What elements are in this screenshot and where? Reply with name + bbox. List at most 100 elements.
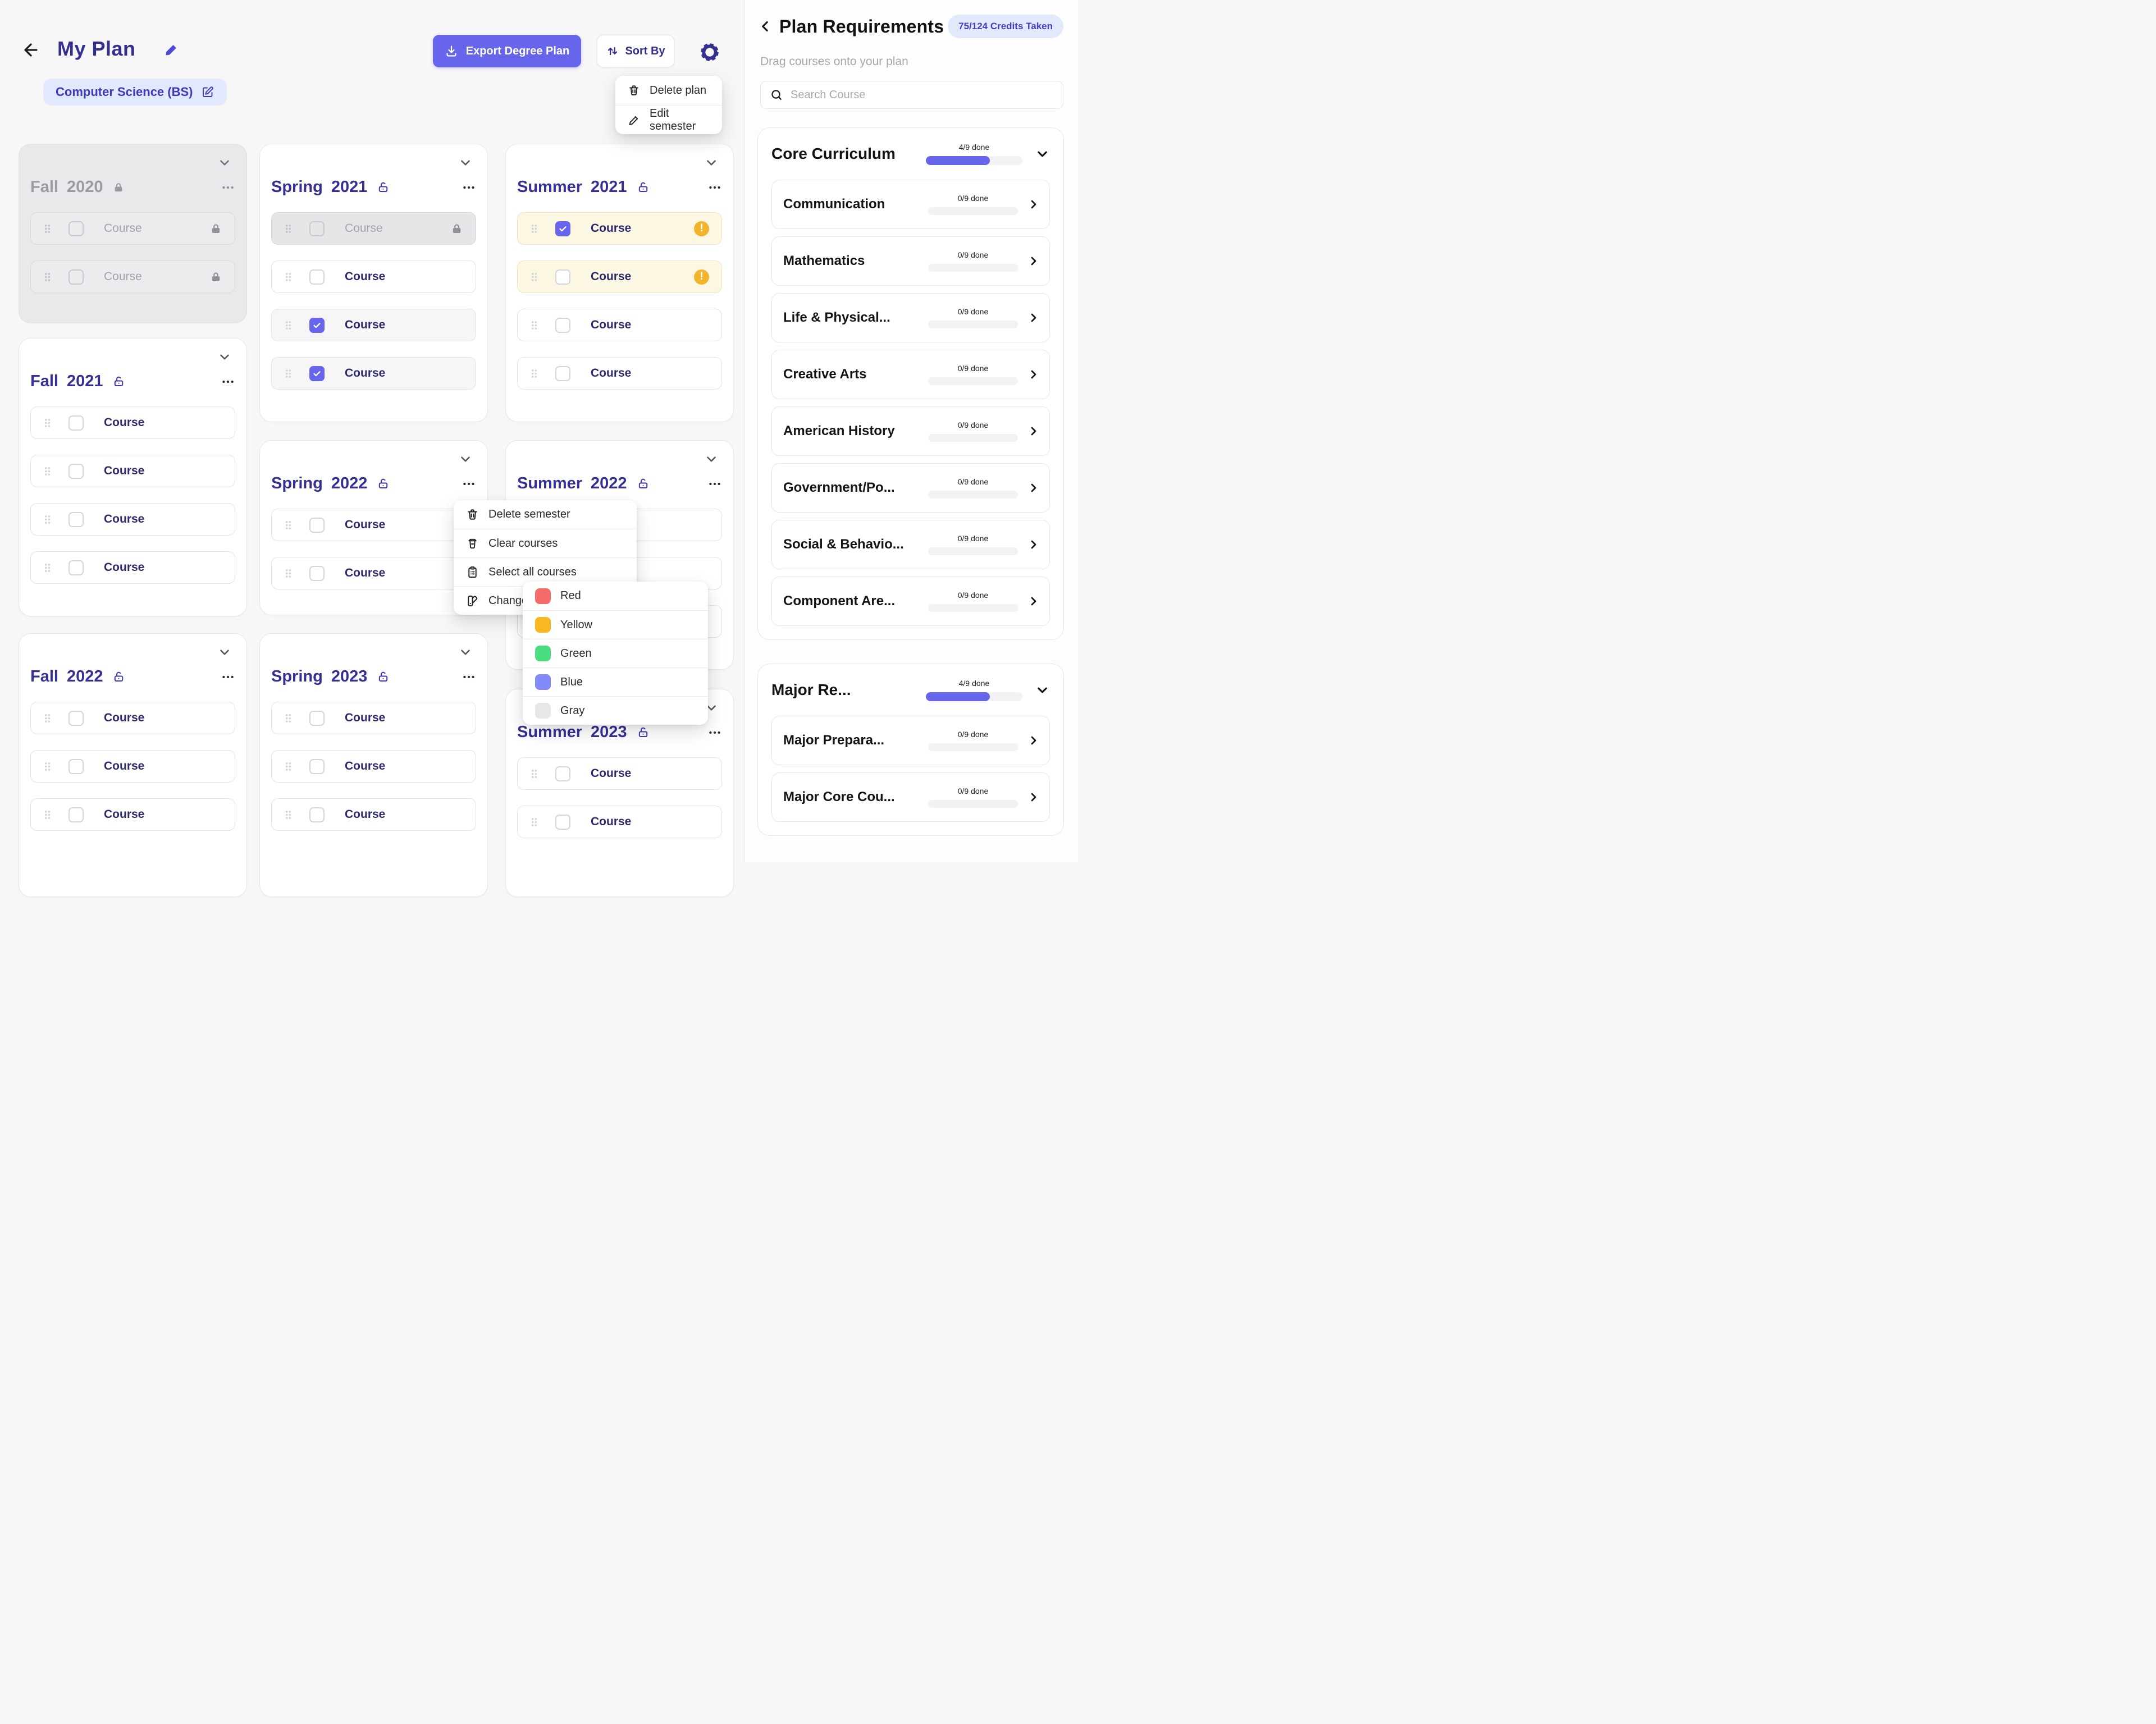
- edit-title-button[interactable]: [164, 43, 179, 57]
- course-checkbox[interactable]: [309, 710, 325, 726]
- drag-handle-icon[interactable]: [530, 223, 538, 235]
- course-checkbox[interactable]: [309, 269, 325, 285]
- section-collapse-button[interactable]: [1035, 147, 1050, 162]
- program-badge[interactable]: Computer Science (BS): [43, 79, 227, 106]
- drag-handle-icon[interactable]: [284, 223, 293, 235]
- requirement-item-major-preparation[interactable]: Major Prepara... 0/9 done: [771, 716, 1050, 765]
- course-checkbox[interactable]: [68, 560, 84, 575]
- back-button[interactable]: [21, 40, 40, 60]
- drag-handle-icon[interactable]: [530, 768, 538, 780]
- course-checkbox[interactable]: [309, 517, 325, 533]
- drag-handle-icon[interactable]: [43, 417, 52, 429]
- course-row[interactable]: Course: [30, 455, 235, 487]
- drag-handle-icon[interactable]: [530, 368, 538, 379]
- course-row[interactable]: Course: [30, 798, 235, 831]
- course-checkbox[interactable]: [309, 807, 325, 822]
- collapse-button[interactable]: [217, 156, 232, 170]
- color-option-green[interactable]: Green: [523, 639, 708, 667]
- course-row[interactable]: Course: [517, 757, 722, 790]
- course-row[interactable]: Course: [517, 309, 722, 341]
- semester-menu-button[interactable]: [221, 180, 235, 195]
- course-checkbox-checked[interactable]: [555, 221, 570, 236]
- course-row[interactable]: Course: [271, 750, 476, 783]
- course-checkbox[interactable]: [68, 758, 84, 774]
- course-row[interactable]: Course: [30, 750, 235, 783]
- course-row[interactable]: Course: [271, 260, 476, 293]
- course-row[interactable]: Course: [271, 309, 476, 341]
- drag-handle-icon[interactable]: [43, 223, 52, 235]
- course-row[interactable]: Course: [30, 551, 235, 584]
- drag-handle-icon[interactable]: [530, 271, 538, 283]
- requirement-item-communication[interactable]: Communication 0/9 done: [771, 180, 1050, 229]
- requirement-item-life-physical[interactable]: Life & Physical... 0/9 done: [771, 293, 1050, 342]
- course-checkbox[interactable]: [68, 269, 84, 285]
- collapse-button[interactable]: [458, 156, 473, 170]
- collapse-button[interactable]: [217, 350, 232, 364]
- semester-menu-button[interactable]: [462, 180, 476, 195]
- drag-handle-icon[interactable]: [43, 761, 52, 772]
- color-option-blue[interactable]: Blue: [523, 667, 708, 696]
- course-row[interactable]: Course: [271, 798, 476, 831]
- drag-handle-icon[interactable]: [284, 809, 293, 821]
- requirement-item-social-behavioral[interactable]: Social & Behavio... 0/9 done: [771, 520, 1050, 569]
- sidebar-collapse-button[interactable]: [758, 19, 773, 34]
- drag-handle-icon[interactable]: [284, 319, 293, 331]
- course-checkbox[interactable]: [309, 565, 325, 581]
- course-row[interactable]: Course: [271, 212, 476, 245]
- settings-button[interactable]: [698, 40, 721, 64]
- semester-menu-button[interactable]: [221, 374, 235, 389]
- drag-handle-icon[interactable]: [530, 319, 538, 331]
- menu-item-clear-courses[interactable]: Clear courses: [454, 529, 637, 557]
- course-checkbox[interactable]: [309, 758, 325, 774]
- collapse-button[interactable]: [704, 156, 719, 170]
- requirement-item-component-area[interactable]: Component Are... 0/9 done: [771, 577, 1050, 626]
- semester-menu-button[interactable]: [707, 477, 722, 491]
- requirement-item-american-history[interactable]: American History 0/9 done: [771, 406, 1050, 456]
- drag-handle-icon[interactable]: [43, 562, 52, 574]
- export-degree-plan-button[interactable]: Export Degree Plan: [433, 35, 581, 67]
- course-row[interactable]: Course: [271, 357, 476, 390]
- course-checkbox[interactable]: [555, 365, 570, 381]
- color-option-red[interactable]: Red: [523, 582, 708, 610]
- course-row[interactable]: Course: [30, 406, 235, 439]
- course-row[interactable]: Course: [271, 509, 476, 541]
- course-row[interactable]: Course: [30, 212, 235, 245]
- course-row[interactable]: Course !: [517, 212, 722, 245]
- collapse-button[interactable]: [458, 452, 473, 467]
- drag-handle-icon[interactable]: [284, 568, 293, 579]
- search-input[interactable]: [791, 88, 1054, 102]
- drag-handle-icon[interactable]: [284, 761, 293, 772]
- course-checkbox[interactable]: [555, 766, 570, 781]
- menu-item-edit-semester[interactable]: Edit semester: [615, 105, 722, 134]
- course-row[interactable]: Course: [271, 557, 476, 589]
- color-option-yellow[interactable]: Yellow: [523, 610, 708, 639]
- drag-handle-icon[interactable]: [43, 465, 52, 477]
- course-row[interactable]: Course: [30, 503, 235, 536]
- semester-menu-button[interactable]: [462, 477, 476, 491]
- requirement-item-creative-arts[interactable]: Creative Arts 0/9 done: [771, 350, 1050, 399]
- course-checkbox[interactable]: [68, 463, 84, 479]
- color-option-gray[interactable]: Gray: [523, 696, 708, 725]
- drag-handle-icon[interactable]: [43, 514, 52, 525]
- semester-menu-button[interactable]: [707, 180, 722, 195]
- requirement-item-major-core[interactable]: Major Core Cou... 0/9 done: [771, 772, 1050, 822]
- menu-item-delete-plan[interactable]: Delete plan: [615, 76, 722, 105]
- semester-menu-button[interactable]: [221, 670, 235, 684]
- sort-by-button[interactable]: Sort By: [597, 35, 674, 67]
- collapse-button[interactable]: [217, 645, 232, 660]
- drag-handle-icon[interactable]: [284, 712, 293, 724]
- collapse-button[interactable]: [458, 645, 473, 660]
- course-row[interactable]: Course: [30, 260, 235, 293]
- course-checkbox-checked[interactable]: [309, 365, 325, 381]
- course-checkbox[interactable]: [555, 269, 570, 285]
- semester-menu-button[interactable]: [462, 670, 476, 684]
- search-box[interactable]: [760, 81, 1063, 109]
- semester-menu-button[interactable]: [707, 725, 722, 740]
- course-checkbox[interactable]: [309, 221, 325, 236]
- course-row[interactable]: Course: [517, 806, 722, 838]
- course-checkbox[interactable]: [555, 814, 570, 830]
- drag-handle-icon[interactable]: [284, 368, 293, 379]
- course-checkbox[interactable]: [68, 415, 84, 431]
- menu-item-delete-semester[interactable]: Delete semester: [454, 500, 637, 529]
- drag-handle-icon[interactable]: [284, 271, 293, 283]
